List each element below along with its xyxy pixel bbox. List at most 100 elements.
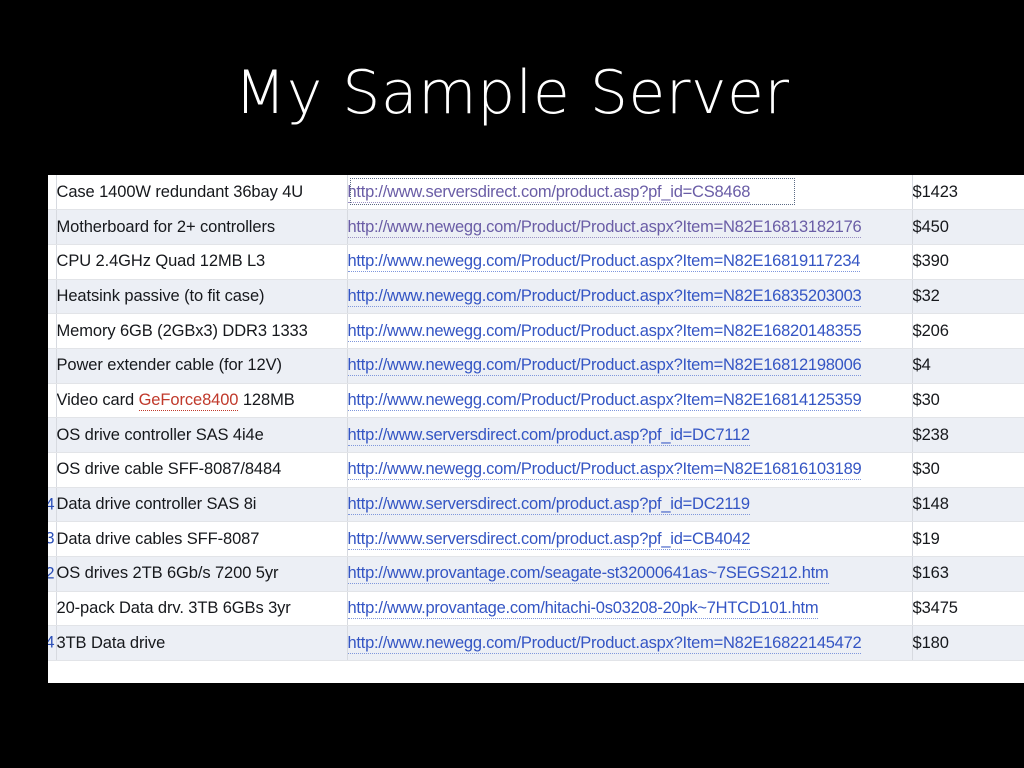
clipped-column-cell[interactable] xyxy=(48,209,57,245)
clipped-column-fragment: 4 xyxy=(48,495,55,514)
table-row[interactable]: OS drive cable SFF-8087/8484 http://www.n… xyxy=(48,452,1024,488)
table-row[interactable]: Motherboard for 2+ controllers http://www… xyxy=(48,209,1024,245)
price-cell[interactable]: $180 xyxy=(912,625,1024,662)
product-url-link[interactable]: http://www.newegg.com/Product/Product.as… xyxy=(347,252,860,273)
price-cell[interactable]: $4 xyxy=(912,348,1024,384)
description-text: Memory 6GB (2GBx3) DDR3 1333 xyxy=(56,321,308,340)
part-description-cell[interactable]: CPU 2.4GHz Quad 12MB L3 xyxy=(56,244,348,280)
product-url-cell[interactable]: http://www.provantage.com/hitachi-0s0320… xyxy=(347,591,913,627)
product-url-link[interactable]: http://www.newegg.com/Product/Product.as… xyxy=(347,390,862,411)
table-row[interactable]: 20-pack Data drv. 3TB 6GBs 3yr http://www… xyxy=(48,591,1024,627)
table-row[interactable]: 43TB Data drive http://www.newegg.com/Pro… xyxy=(48,625,1024,662)
price-cell[interactable]: $1423 xyxy=(912,175,1024,211)
product-url-cell[interactable]: http://www.serversdirect.com/product.asp… xyxy=(347,521,913,558)
clipped-column-cell[interactable] xyxy=(48,348,57,384)
clipped-column-cell[interactable] xyxy=(48,175,57,211)
table-row[interactable]: Memory 6GB (2GBx3) DDR3 1333 http://www.n… xyxy=(48,313,1024,349)
clipped-column-cell[interactable] xyxy=(48,383,57,419)
product-url-link[interactable]: http://www.serversdirect.com/product.asp… xyxy=(347,425,750,446)
table-row[interactable]: 2OS drives 2TB 6Gb/s 7200 5yr http://www.… xyxy=(48,556,1024,592)
table-row[interactable]: 4Data drive controller SAS 8i http://www.… xyxy=(48,487,1024,523)
clipped-column-cell[interactable] xyxy=(48,244,57,280)
product-url-link[interactable]: http://www.newegg.com/Product/Product.as… xyxy=(347,356,862,377)
clipped-column-cell[interactable] xyxy=(48,591,57,627)
table-row[interactable]: 3Data drive cables SFF-8087 http://www.se… xyxy=(48,521,1024,558)
product-url-link[interactable]: http://www.newegg.com/Product/Product.as… xyxy=(347,633,862,654)
table-row[interactable]: OS drive controller SAS 4i4e http://www.s… xyxy=(48,417,1024,453)
part-description-cell[interactable]: Power extender cable (for 12V) xyxy=(56,348,348,384)
clipped-column-cell[interactable] xyxy=(48,452,57,488)
table-row[interactable]: Case 1400W redundant 36bay 4U http://www.… xyxy=(48,175,1024,211)
table-row[interactable]: Video card GeForce8400 128MB http://www.n… xyxy=(48,383,1024,419)
part-description-cell[interactable]: Motherboard for 2+ controllers xyxy=(56,209,348,245)
description-text: Data drive controller SAS 8i xyxy=(56,495,257,514)
clipped-column-cell[interactable]: 4 xyxy=(48,487,57,523)
price-cell[interactable]: $206 xyxy=(912,313,1024,349)
product-url-cell[interactable]: http://www.newegg.com/Product/Product.as… xyxy=(347,209,913,245)
description-text: OS drive controller SAS 4i4e xyxy=(56,425,264,444)
price-cell[interactable]: $19 xyxy=(912,521,1024,558)
price-cell[interactable]: $163 xyxy=(912,556,1024,592)
part-description-cell[interactable]: Heatsink passive (to fit case) xyxy=(56,279,348,315)
price-cell[interactable]: $238 xyxy=(912,417,1024,453)
price-cell[interactable]: $390 xyxy=(912,244,1024,280)
product-url-cell[interactable]: http://www.newegg.com/Product/Product.as… xyxy=(347,348,913,384)
part-description-cell[interactable]: Video card GeForce8400 128MB xyxy=(56,383,348,419)
part-description-cell[interactable]: 20-pack Data drv. 3TB 6GBs 3yr xyxy=(56,591,348,627)
part-description-cell[interactable]: Memory 6GB (2GBx3) DDR3 1333 xyxy=(56,313,348,349)
part-description-cell[interactable]: OS drive controller SAS 4i4e xyxy=(56,417,348,453)
part-description-cell[interactable]: Data drive controller SAS 8i xyxy=(56,487,348,523)
part-description-cell[interactable]: OS drives 2TB 6Gb/s 7200 5yr xyxy=(56,556,348,592)
part-description-cell[interactable]: OS drive cable SFF-8087/8484 xyxy=(56,452,348,488)
product-url-cell[interactable]: http://www.serversdirect.com/product.asp… xyxy=(347,417,913,453)
table-row[interactable]: CPU 2.4GHz Quad 12MB L3 http://www.newegg… xyxy=(48,244,1024,280)
price-text: $238 xyxy=(912,425,949,444)
product-url-cell[interactable]: http://www.newegg.com/Product/Product.as… xyxy=(347,244,913,280)
clipped-column-cell[interactable] xyxy=(48,279,57,315)
product-url-cell[interactable]: http://www.serversdirect.com/product.asp… xyxy=(347,487,913,523)
description-text: Case 1400W redundant 36bay 4U xyxy=(56,182,304,201)
table-row[interactable]: Power extender cable (for 12V) http://www… xyxy=(48,348,1024,384)
clipped-column-fragment: 2 xyxy=(48,564,55,583)
price-text: $163 xyxy=(912,564,949,583)
clipped-column-cell[interactable]: 4 xyxy=(48,625,57,662)
description-text: Data drive cables SFF-8087 xyxy=(56,529,260,548)
product-url-link[interactable]: http://www.provantage.com/hitachi-0s0320… xyxy=(347,599,819,620)
table-row[interactable]: Heatsink passive (to fit case) http://www… xyxy=(48,279,1024,315)
price-text: $1423 xyxy=(912,182,958,201)
price-cell[interactable]: $30 xyxy=(912,452,1024,488)
product-url-link[interactable]: http://www.newegg.com/Product/Product.as… xyxy=(347,286,862,307)
price-text: $19 xyxy=(912,529,940,548)
clipped-column-fragment: 3 xyxy=(48,530,55,549)
product-url-cell[interactable]: http://www.newegg.com/Product/Product.as… xyxy=(347,452,913,488)
product-url-cell[interactable]: http://www.newegg.com/Product/Product.as… xyxy=(347,279,913,315)
part-description-cell[interactable]: Case 1400W redundant 36bay 4U xyxy=(56,175,348,211)
product-url-cell[interactable]: http://www.newegg.com/Product/Product.as… xyxy=(347,383,913,419)
clipped-column-cell[interactable] xyxy=(48,417,57,453)
price-cell[interactable]: $32 xyxy=(912,279,1024,315)
price-cell[interactable]: $450 xyxy=(912,209,1024,245)
product-url-link[interactable]: http://www.newegg.com/Product/Product.as… xyxy=(347,321,862,342)
price-text: $32 xyxy=(912,286,940,305)
description-text: 3TB Data drive xyxy=(56,633,166,652)
product-url-cell[interactable]: http://www.provantage.com/seagate-st3200… xyxy=(347,556,913,592)
price-cell[interactable]: $30 xyxy=(912,383,1024,419)
product-url-link[interactable]: http://www.serversdirect.com/product.asp… xyxy=(347,495,750,516)
product-url-link[interactable]: http://www.newegg.com/Product/Product.as… xyxy=(347,217,862,238)
product-url-link[interactable]: http://www.newegg.com/Product/Product.as… xyxy=(347,460,862,481)
product-url-cell[interactable]: http://www.newegg.com/Product/Product.as… xyxy=(347,625,913,662)
price-text: $30 xyxy=(912,390,940,409)
clipped-column-cell[interactable]: 3 xyxy=(48,521,57,558)
product-url-cell[interactable]: http://www.newegg.com/Product/Product.as… xyxy=(347,313,913,349)
clipped-column-cell[interactable] xyxy=(48,313,57,349)
product-url-link[interactable]: http://www.serversdirect.com/product.asp… xyxy=(347,529,750,550)
product-url-link[interactable]: http://www.provantage.com/seagate-st3200… xyxy=(347,564,829,585)
price-cell[interactable]: $3475 xyxy=(912,591,1024,627)
price-cell[interactable]: $148 xyxy=(912,487,1024,523)
clipped-column-cell[interactable]: 2 xyxy=(48,556,57,592)
product-url-link[interactable]: http://www.serversdirect.com/product.asp… xyxy=(347,182,750,203)
part-description-cell[interactable]: Data drive cables SFF-8087 xyxy=(56,521,348,558)
part-description-cell[interactable]: 3TB Data drive xyxy=(56,625,348,662)
product-url-cell[interactable]: http://www.serversdirect.com/product.asp… xyxy=(347,175,913,211)
presentation-slide: My Sample Server Case 1400W redundant 36… xyxy=(0,0,1024,768)
